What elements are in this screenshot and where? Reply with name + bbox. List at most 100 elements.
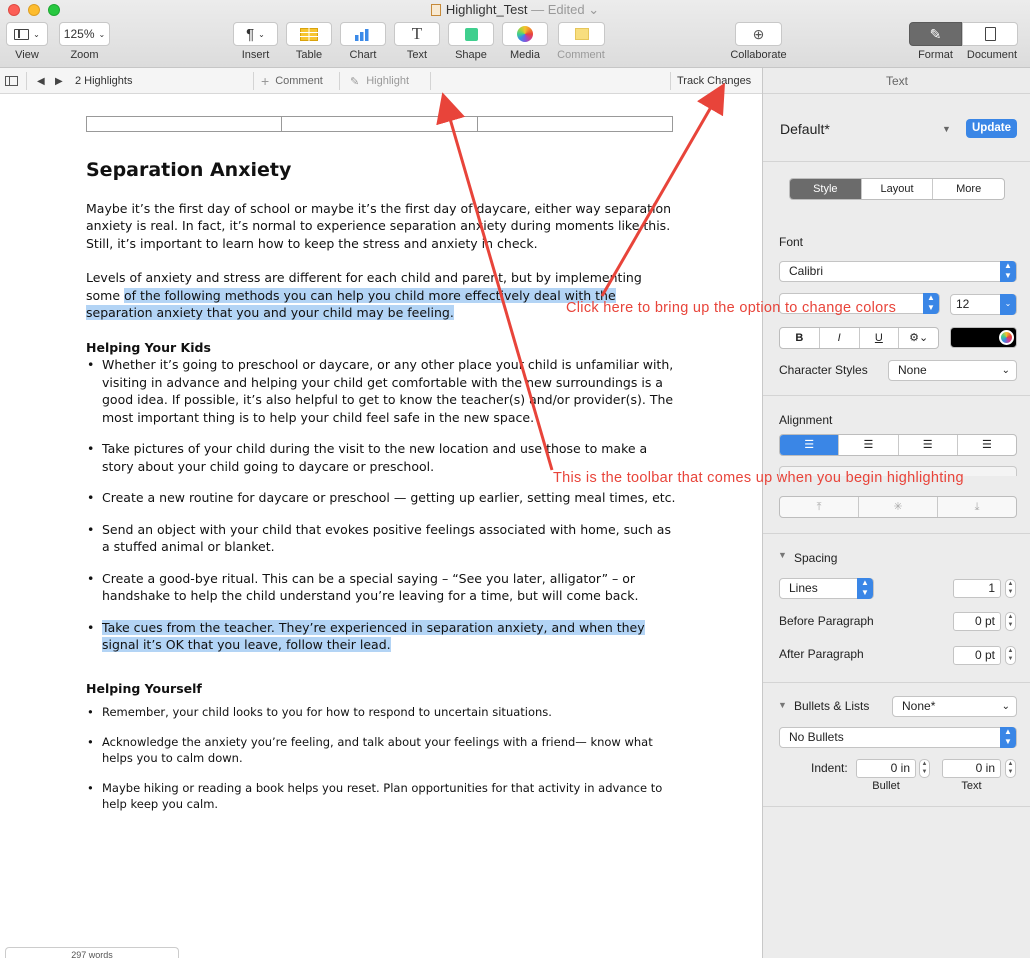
list-item: Send an object with your child that evok… — [86, 521, 676, 556]
underline-button[interactable]: U — [860, 328, 900, 348]
bullet-indent-label: Bullet — [872, 780, 900, 792]
chevron-down-icon: ⌄ — [1001, 701, 1010, 712]
text-indent-stepper[interactable]: ▲ ▼ — [1005, 759, 1016, 778]
document-table[interactable] — [86, 116, 673, 132]
kids-list: Whether it’s going to preschool or dayca… — [86, 356, 676, 654]
align-left-button[interactable]: ☰ — [780, 435, 840, 455]
shape-button[interactable] — [448, 22, 494, 46]
chevron-down-icon: ⌄ — [33, 29, 40, 39]
align-bottom-button[interactable]: ⤓ — [938, 497, 1016, 517]
bullet-type-popup[interactable]: No Bullets ▲ ▼ — [779, 727, 1017, 748]
window-title: Highlight_Test — Edited ⌄ — [0, 2, 1030, 18]
paragraph-intro: Maybe it’s the first day of school or ma… — [86, 200, 672, 251]
zoom-value: 125% — [63, 27, 95, 41]
collaborate-button[interactable]: ⊕ — [735, 22, 782, 46]
align-right-button[interactable]: ☰ — [899, 435, 958, 455]
sidebar-view-icon — [14, 28, 30, 40]
disclosure-triangle-icon[interactable]: ▼ — [778, 550, 787, 560]
align-center-icon: ☰ — [863, 439, 874, 451]
add-comment-button[interactable]: + Comment — [261, 68, 323, 94]
yourself-list: Remember, your child looks to you for ho… — [86, 704, 676, 812]
insert-button[interactable]: ¶ ⌄ — [233, 22, 278, 46]
table-cell[interactable] — [87, 117, 283, 131]
list-item: Whether it’s going to preschool or dayca… — [86, 356, 676, 426]
comments-sidebar-button[interactable] — [5, 68, 18, 94]
list-item: Acknowledge the anxiety you’re feeling, … — [86, 734, 676, 766]
line-spacing-stepper[interactable]: ▲ ▼ — [1005, 579, 1016, 598]
text-label: Text — [406, 49, 428, 61]
highlights-count: 2 Highlights — [75, 75, 133, 87]
alignment-label: Alignment — [779, 413, 833, 427]
align-middle-icon: ✳ — [893, 501, 903, 513]
tab-layout[interactable]: Layout — [862, 179, 934, 199]
next-highlight-button[interactable]: ▶ — [55, 68, 63, 94]
table-button[interactable] — [286, 22, 332, 46]
popup-stepper-icon: ▲ ▼ — [857, 578, 873, 599]
list-item: Remember, your child looks to you for ho… — [86, 704, 676, 720]
bullet-indent-stepper[interactable]: ▲ ▼ — [919, 759, 930, 778]
font-section-label: Font — [779, 235, 804, 249]
document-body[interactable]: Separation Anxiety Maybe it’s the first … — [86, 161, 676, 826]
font-family-popup[interactable]: Calibri ▲ ▼ — [779, 261, 1017, 282]
media-button[interactable] — [502, 22, 548, 46]
align-center-button[interactable]: ☰ — [839, 435, 899, 455]
paragraph-style-name[interactable]: Default* — [780, 121, 830, 137]
text-t-icon: T — [411, 24, 423, 43]
bold-button[interactable]: B — [780, 328, 820, 348]
update-style-button[interactable]: Update — [966, 119, 1017, 138]
view-button[interactable]: ⌄ — [6, 22, 48, 46]
spacing-mode-popup[interactable]: Lines ▲ ▼ — [779, 578, 874, 599]
word-count-indicator[interactable]: 297 words — [5, 947, 179, 958]
after-paragraph-field[interactable]: 0 pt — [953, 646, 1001, 665]
disclosure-triangle-icon[interactable]: ▼ — [778, 700, 787, 710]
highlighted-text[interactable]: of the following methods you can help yo… — [86, 287, 616, 320]
text-options-gear-button[interactable]: ⚙⌄ — [899, 328, 938, 348]
before-paragraph-stepper[interactable]: ▲ ▼ — [1005, 612, 1016, 631]
text-button[interactable]: T — [394, 22, 440, 46]
align-top-button[interactable]: ⤒ — [780, 497, 859, 517]
inspector-tabs: Style Layout More — [789, 178, 1005, 200]
document-name: Highlight_Test — [445, 2, 528, 17]
table-cell[interactable] — [282, 117, 478, 131]
table-cell[interactable] — [478, 117, 672, 131]
annotation-highlight-toolbar: This is the toolbar that comes up when y… — [553, 470, 964, 486]
highlight-label: Highlight — [366, 75, 410, 87]
align-middle-button[interactable]: ✳ — [859, 497, 938, 517]
format-label: Format — [918, 49, 953, 61]
zoom-label: Zoom — [70, 49, 99, 61]
before-paragraph-field[interactable]: 0 pt — [953, 612, 1001, 631]
document-canvas[interactable]: Separation Anxiety Maybe it’s the first … — [0, 94, 762, 958]
align-right-icon: ☰ — [922, 439, 933, 451]
highlight-button[interactable]: ✎ Highlight — [350, 68, 409, 94]
tab-style[interactable]: Style — [790, 179, 862, 199]
format-inspector-button[interactable]: ✎ — [909, 22, 962, 46]
text-color-well[interactable] — [950, 327, 1017, 348]
color-wheel-icon[interactable] — [999, 330, 1014, 345]
text-indent-field[interactable]: 0 in — [942, 759, 1001, 778]
list-item: Create a good-bye ritual. This can be a … — [86, 570, 676, 605]
font-size-field[interactable]: 12 ⌄ — [950, 294, 1017, 315]
comment-button[interactable] — [558, 22, 605, 46]
chart-button[interactable] — [340, 22, 386, 46]
table-icon — [300, 27, 318, 41]
pages-window: Highlight_Test — Edited ⌄ ⌄ View 125% ⌄ … — [0, 0, 1030, 958]
zoom-popup[interactable]: 125% ⌄ — [59, 22, 110, 46]
italic-button[interactable]: I — [820, 328, 860, 348]
inspector-header: Text — [763, 68, 1030, 94]
after-paragraph-stepper[interactable]: ▲ ▼ — [1005, 646, 1016, 665]
line-spacing-field[interactable]: 1 — [953, 579, 1001, 598]
character-styles-popup[interactable]: None ⌄ — [888, 360, 1017, 381]
document-inspector-button[interactable] — [962, 22, 1018, 46]
bullet-indent-field[interactable]: 0 in — [856, 759, 916, 778]
align-justify-button[interactable]: ☰ — [958, 435, 1016, 455]
triangle-left-icon: ◀ — [37, 75, 45, 87]
list-style-popup[interactable]: None* ⌄ — [892, 696, 1017, 717]
collaborate-label: Collaborate — [730, 49, 787, 61]
track-changes-button[interactable]: Track Changes — [677, 68, 751, 94]
previous-highlight-button[interactable]: ◀ — [37, 68, 45, 94]
tab-more[interactable]: More — [933, 179, 1004, 199]
align-justify-icon: ☰ — [981, 439, 992, 451]
style-menu-triangle-icon[interactable]: ▼ — [942, 124, 951, 134]
highlighted-text[interactable]: Take cues from the teacher. They’re expe… — [102, 619, 645, 652]
after-paragraph-label: After Paragraph — [779, 647, 864, 661]
